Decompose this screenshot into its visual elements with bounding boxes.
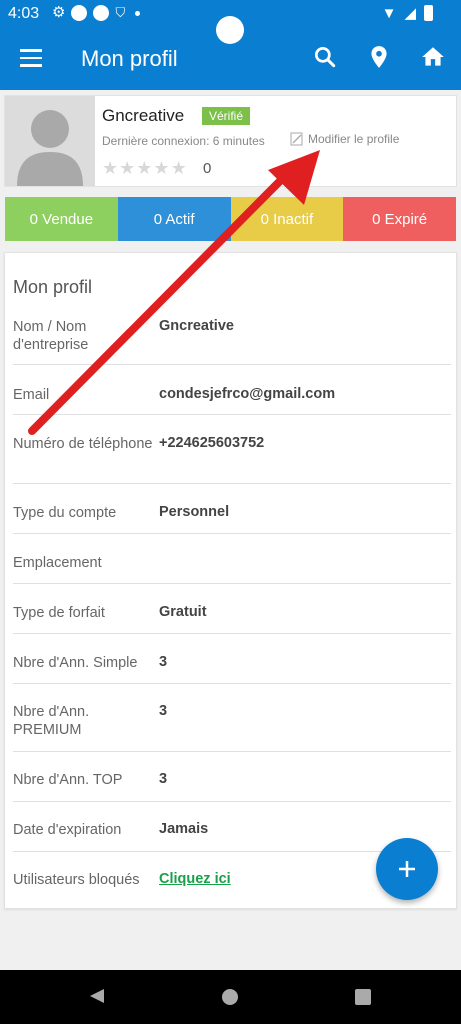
info-row: Type de forfait Gratuit [13, 584, 451, 634]
back-nav-icon[interactable] [88, 987, 106, 1005]
star-icon: ★ [119, 158, 137, 178]
user-avatar-icon [17, 110, 83, 186]
info-row: Numéro de téléphone +224625603752 [13, 415, 451, 484]
info-row-label: Nom / Nom d'entreprise [13, 319, 89, 353]
stat-expired[interactable]: 0 Expiré [343, 197, 456, 241]
stat-inactive[interactable]: 0 Inactif [230, 197, 344, 241]
plus-icon [399, 861, 415, 877]
shield-icon: ⛉ [115, 5, 126, 20]
info-row-value: +224625603752 [159, 435, 265, 451]
info-row-label: Nbre d'Ann. Simple [13, 655, 138, 671]
info-row: Email condesjefrco@gmail.com [13, 365, 451, 415]
edit-profile-label: Modifier le profile [308, 132, 400, 146]
last-login-text: Dernière connexion: 6 minutes [102, 134, 265, 148]
info-row: Nbre d'Ann. TOP 3 [13, 752, 451, 802]
rating-stars: ★★★★★ [102, 158, 188, 179]
edit-profile-link[interactable]: Modifier le profile [290, 132, 399, 146]
info-row-value: 3 [159, 703, 168, 719]
battery-icon [424, 5, 433, 21]
signal-icon: ◢ [404, 5, 416, 22]
camera-cutout [216, 16, 244, 44]
menu-icon[interactable] [20, 49, 42, 67]
rating-count: 0 [203, 160, 212, 177]
location-pin-icon[interactable] [366, 44, 392, 70]
settings-gear-icon: ⚙ [52, 4, 66, 21]
recents-nav-icon[interactable] [355, 989, 371, 1005]
star-icon: ★ [170, 158, 188, 178]
verified-badge: Vérifié [202, 107, 251, 125]
avatar[interactable] [5, 96, 95, 186]
add-fab-button[interactable] [376, 838, 438, 900]
info-row-label: Emplacement [13, 555, 102, 571]
home-nav-icon[interactable] [222, 989, 238, 1005]
stat-active[interactable]: 0 Actif [117, 197, 231, 241]
info-row: Nom / Nom d'entreprise Gncreative [13, 313, 451, 365]
star-icon: ★ [136, 158, 154, 178]
info-row-label: Type du compte [13, 505, 117, 521]
home-icon[interactable] [420, 44, 446, 70]
notification-dot-icon [71, 5, 88, 21]
info-row-label: Utilisateurs bloqués [13, 872, 140, 888]
info-row: Nbre d'Ann. Simple 3 [13, 634, 451, 684]
info-row-label: Nbre d'Ann. TOP [13, 772, 123, 788]
section-title: Mon profil [13, 277, 93, 297]
star-icon: ★ [153, 158, 171, 178]
info-row-value: 3 [159, 771, 168, 787]
profile-info-card: Mon profil Nom / Nom d'entreprise Gncrea… [4, 252, 457, 909]
info-row-value: 3 [159, 654, 168, 670]
status-time: 4:03 [8, 5, 40, 22]
info-row-label: Nbre d'Ann. PREMIUM [13, 704, 90, 738]
notification-dot-icon [93, 5, 110, 21]
info-row-value: Personnel [159, 504, 230, 520]
profile-name: Gncreative [102, 106, 185, 125]
stat-sold[interactable]: 0 Vendue [5, 197, 118, 241]
info-row-value: Jamais [159, 821, 209, 837]
info-row: Nbre d'Ann. PREMIUM 3 [13, 684, 451, 752]
info-row-value: condesjefrco@gmail.com [159, 386, 336, 402]
status-bar: 4:03 ⚙ ⛉ ▼ ◢ [0, 0, 461, 44]
more-notifications-icon [135, 10, 141, 16]
info-row: Type du compte Personnel [13, 484, 451, 534]
info-row-value: Gncreative [159, 318, 234, 334]
wifi-icon: ▼ [381, 4, 397, 22]
search-icon[interactable] [312, 44, 338, 70]
status-system-icons: ▼ ◢ [382, 4, 433, 22]
info-row: Emplacement [13, 534, 451, 584]
blocked-users-link[interactable]: Cliquez ici [159, 871, 231, 887]
profile-header-card: Gncreative Vérifié Dernière connexion: 6… [4, 95, 457, 187]
info-row-label: Numéro de téléphone [13, 436, 153, 452]
ads-stats-bar: 0 Vendue 0 Actif 0 Inactif 0 Expiré [5, 197, 456, 241]
system-nav-bar [0, 970, 461, 1024]
info-row-label: Email [13, 387, 50, 403]
status-notification-icons: ⚙ ⛉ [52, 4, 141, 21]
page-title: Mon profil [81, 46, 178, 71]
info-row-value: Gratuit [159, 604, 207, 620]
star-icon: ★ [102, 158, 120, 178]
info-row-label: Type de forfait [13, 605, 105, 621]
info-row-label: Date d'expiration [13, 822, 122, 838]
edit-icon [290, 132, 303, 146]
